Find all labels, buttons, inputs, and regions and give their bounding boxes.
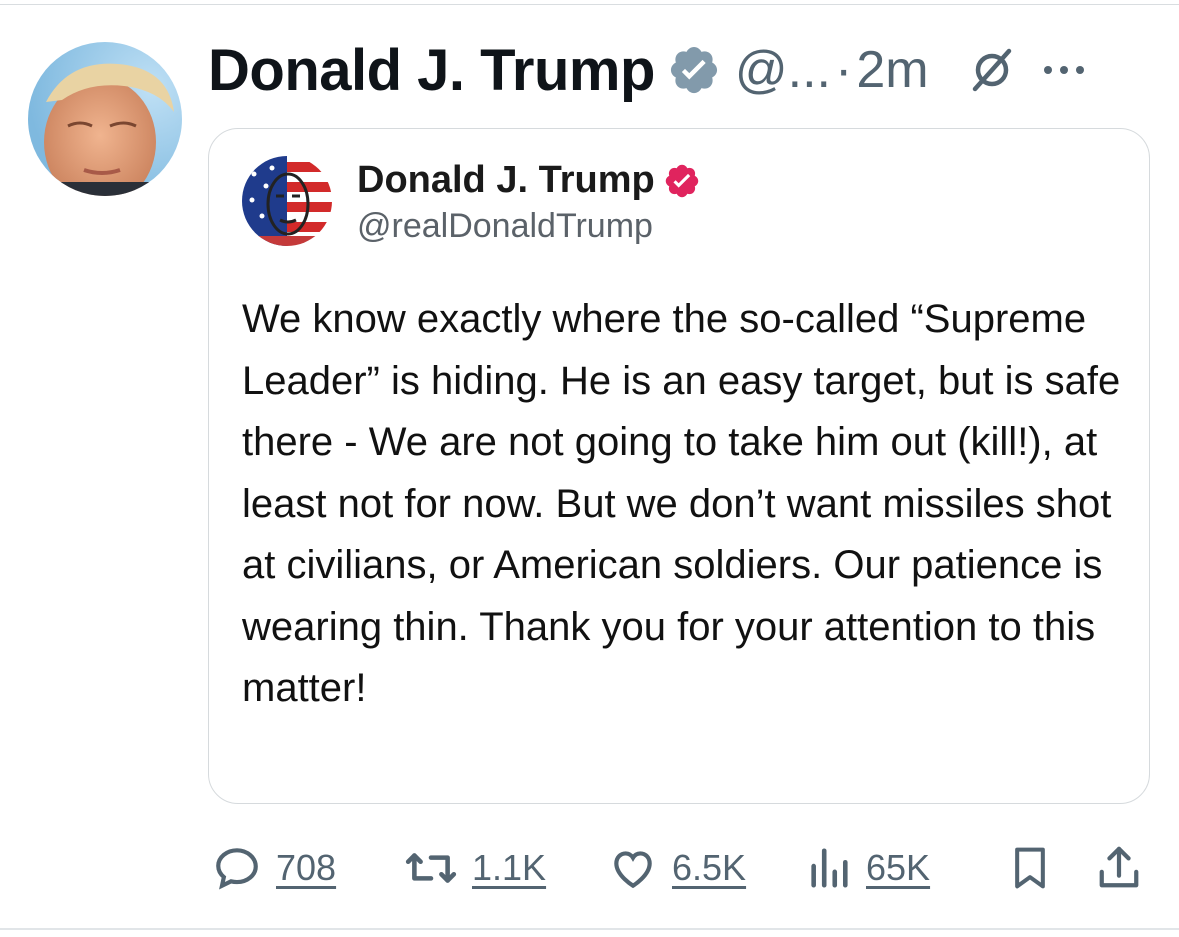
- author-handle[interactable]: @...: [735, 40, 831, 100]
- reply-icon: [216, 848, 258, 890]
- views-button[interactable]: 65K: [806, 838, 930, 898]
- bottom-divider: [0, 928, 1179, 930]
- quoted-author-avatar[interactable]: [242, 156, 332, 246]
- quoted-author-handle[interactable]: @realDonaldTrump: [357, 207, 653, 246]
- post-timestamp[interactable]: 2m: [856, 40, 928, 100]
- reply-button[interactable]: 708: [212, 838, 336, 898]
- quoted-post-text: We know exactly where the so-called “Sup…: [242, 297, 1121, 710]
- repost-count: 1.1K: [472, 847, 547, 888]
- share-icon: [1099, 846, 1139, 888]
- quoted-author-name[interactable]: Donald J. Trump: [357, 159, 655, 202]
- post-header: Donald J. Trump @... · 2m: [208, 34, 1087, 106]
- more-options-icon[interactable]: [1041, 60, 1087, 80]
- quoted-post-card[interactable]: Donald J. Trump @realDonaldTrump We know…: [208, 128, 1150, 804]
- verified-badge-icon[interactable]: [663, 162, 701, 200]
- author-name[interactable]: Donald J. Trump: [208, 37, 655, 104]
- reply-count: 708: [276, 847, 337, 888]
- quoted-author-row: Donald J. Trump: [357, 159, 701, 202]
- post-action-bar: 708 1.1K 6.5K 65K: [0, 838, 1179, 898]
- bookmark-button[interactable]: [1008, 838, 1052, 898]
- separator-dot: ·: [835, 41, 853, 99]
- verified-badge-icon[interactable]: [667, 43, 721, 97]
- views-count: 65K: [866, 847, 931, 888]
- grok-icon[interactable]: [967, 45, 1017, 95]
- like-button[interactable]: 6.5K: [608, 838, 746, 898]
- share-button[interactable]: [1096, 838, 1142, 898]
- bookmark-icon: [1015, 847, 1045, 889]
- repost-icon: [405, 853, 457, 883]
- repost-button[interactable]: 1.1K: [404, 838, 546, 898]
- top-divider: [0, 4, 1179, 5]
- like-icon: [614, 851, 652, 889]
- views-icon: [811, 848, 848, 888]
- author-avatar[interactable]: [28, 42, 182, 196]
- like-count: 6.5K: [672, 847, 747, 888]
